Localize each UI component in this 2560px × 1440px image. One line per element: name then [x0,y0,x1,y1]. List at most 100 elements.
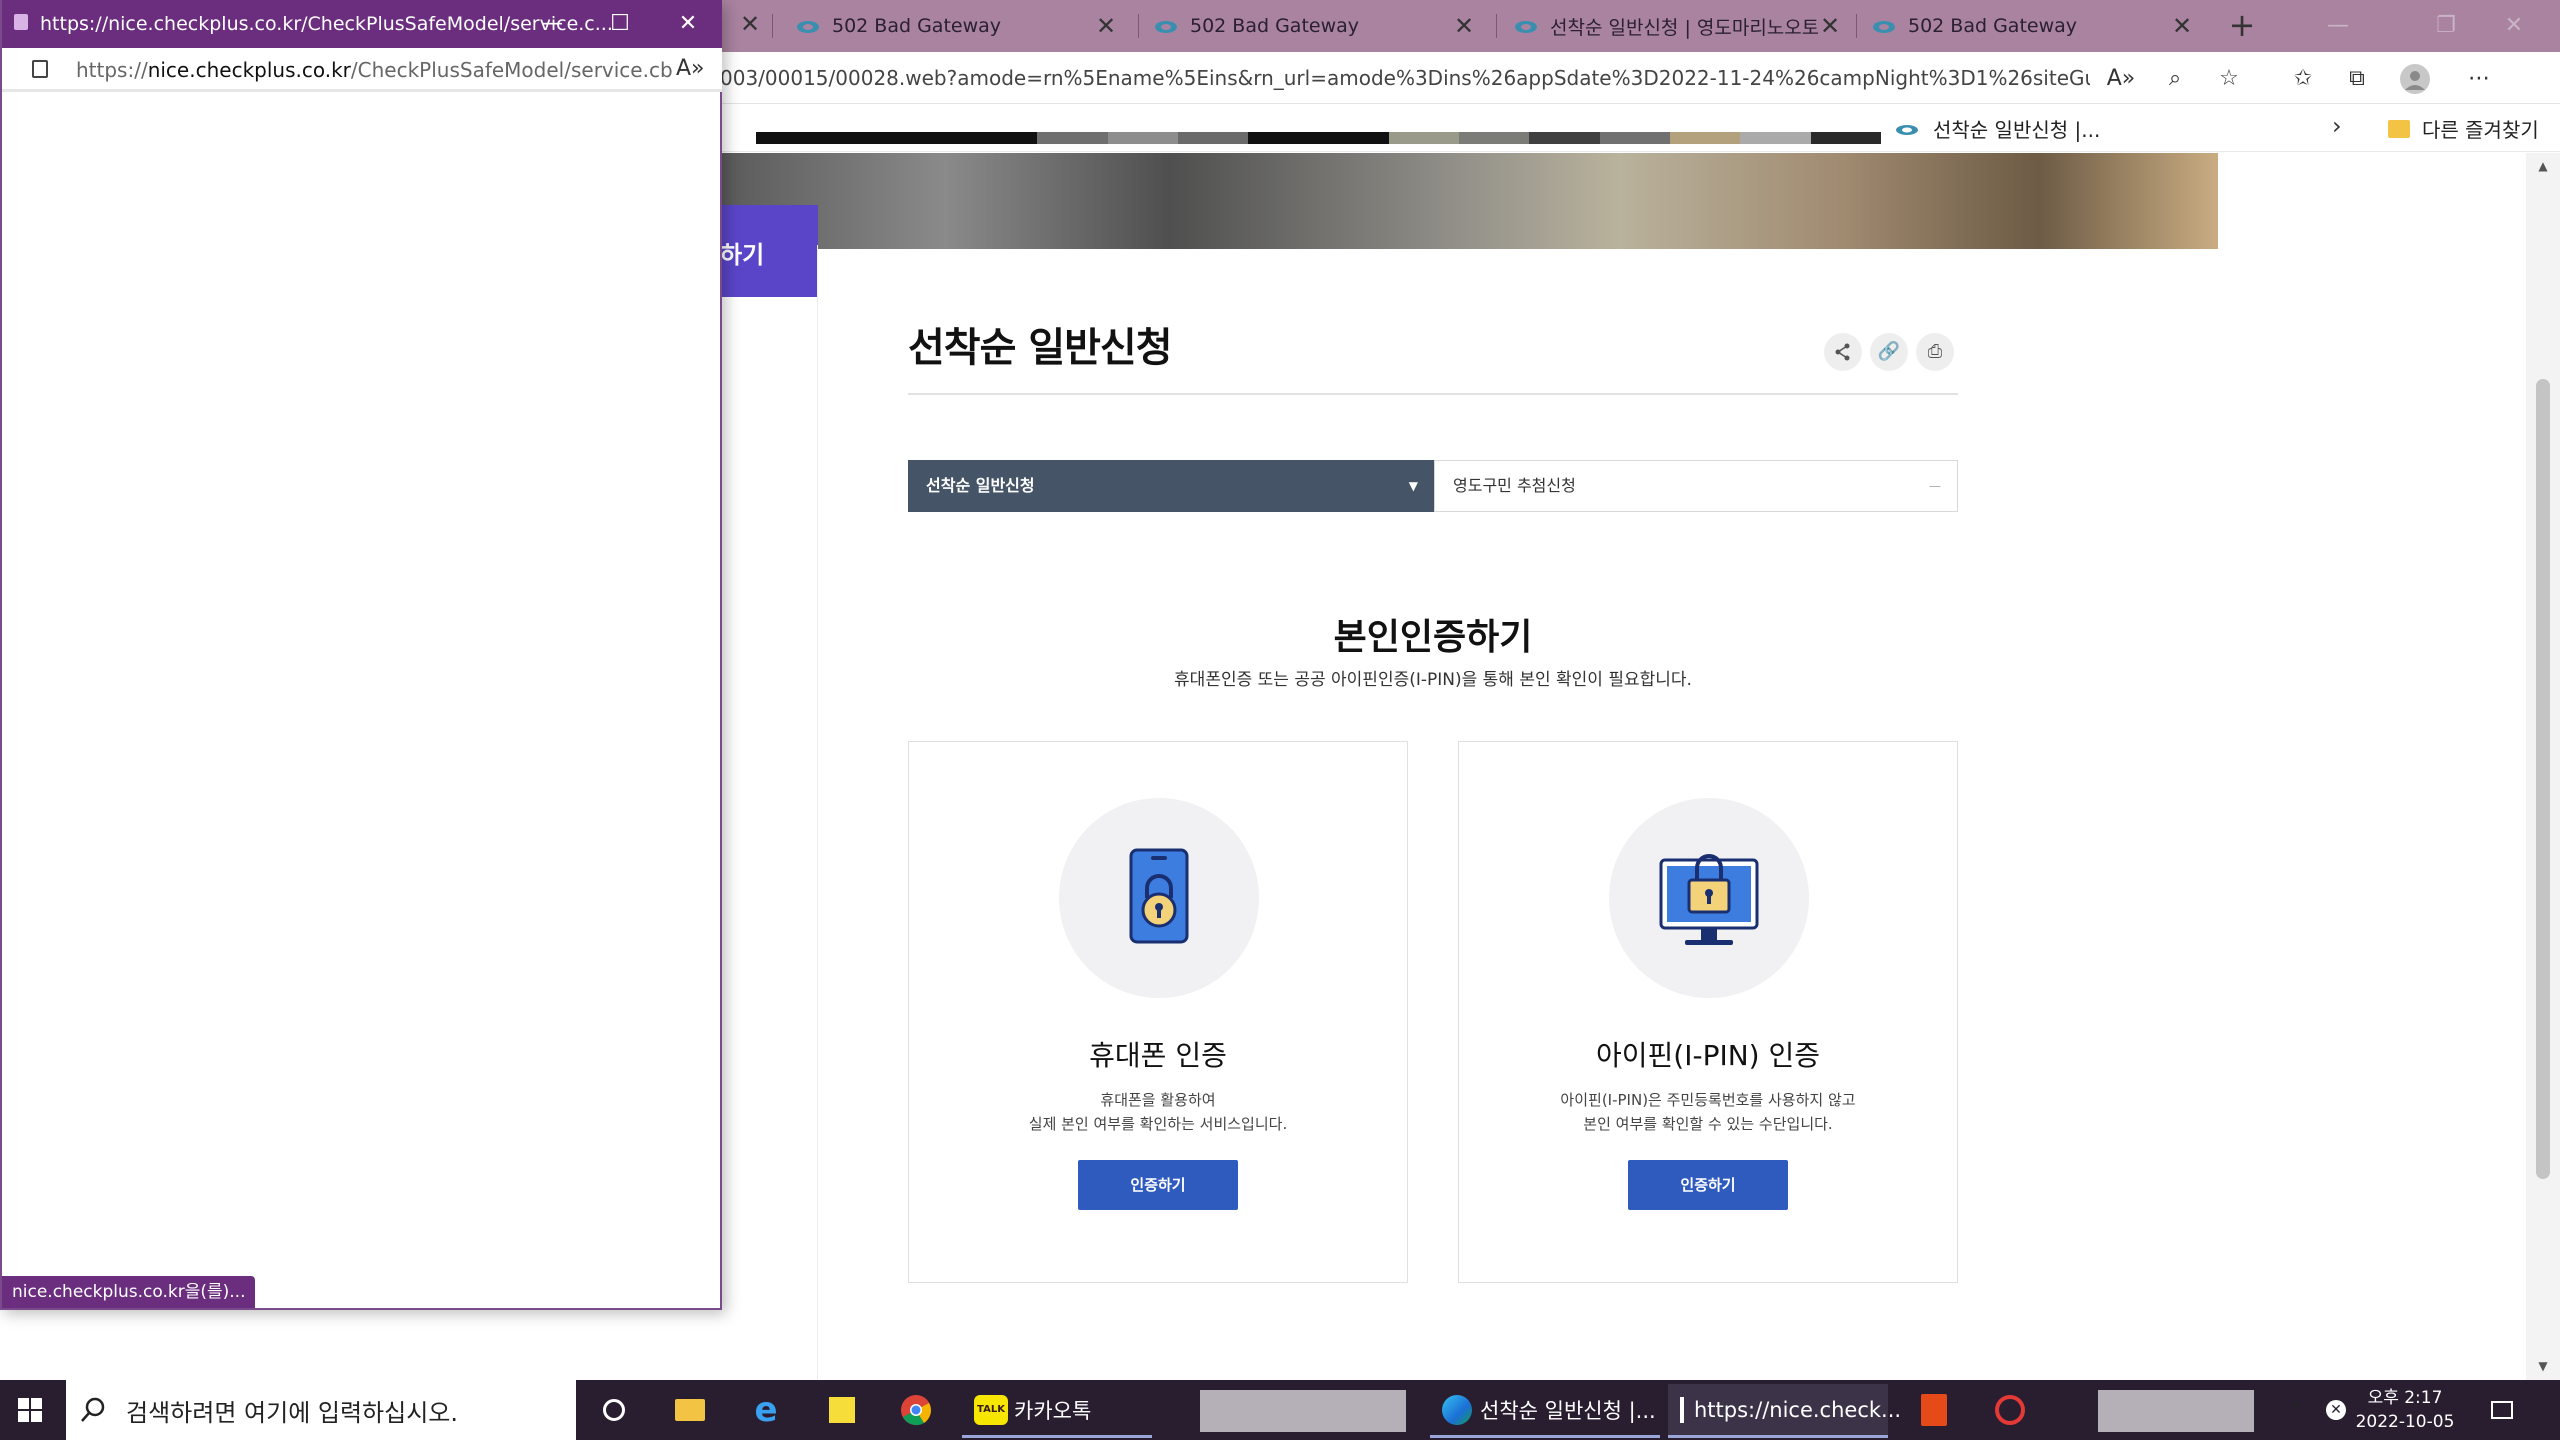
url-prefix: https:// [76,58,148,82]
zoom-icon[interactable]: ⌕ [2160,64,2190,94]
collections-icon[interactable]: ⧉ [2342,64,2372,94]
taskbar-app-label: 카카오톡 [1014,1398,1092,1423]
tab-close-icon[interactable]: ✕ [2170,12,2194,40]
monitor-lock-icon [1659,854,1759,945]
internet-explorer-button[interactable]: e [736,1386,796,1434]
new-tab-button[interactable]: + [2222,6,2262,46]
side-banner-label: 하기 [720,241,765,269]
scroll-thumb[interactable] [2536,379,2550,1179]
tab-separator [1496,14,1497,38]
card-title: 아이핀(I-PIN) 인증 [1596,1039,1820,1072]
folder-icon [2388,119,2410,138]
windows-taskbar: 검색하려면 여기에 입력하십시오. e TALK 카카오톡 선착순 일반신청 |… [0,1380,2560,1440]
icon-circle [1059,798,1259,998]
page-scrollbar[interactable]: ▲ ▼ [2526,153,2560,1380]
lock-icon [32,60,48,78]
tab-camping-reservation[interactable]: 선착순 일반신청 | 영도마리노오토캠핑장 ✕ [1500,6,1856,46]
chrome-button[interactable] [886,1386,946,1434]
settings-more-icon[interactable]: ⋯ [2464,64,2494,94]
popup-address-bar[interactable]: https://nice.checkplus.co.kr/CheckPlusSa… [2,48,722,92]
ipin-auth-button[interactable]: 인증하기 [1628,1160,1788,1210]
site-favicon-icon [1896,124,1918,135]
share-icon [1835,343,1850,361]
print-icon: ⎙ [1927,341,1943,362]
task-view-icon [603,1399,625,1421]
taskbar-blank-window[interactable] [1200,1390,1406,1432]
tab-502-bad-gateway-3[interactable]: 502 Bad Gateway ✕ [1858,6,2208,46]
phone-auth-button[interactable]: 인증하기 [1078,1160,1238,1210]
side-banner[interactable]: 하기 [720,205,818,297]
chrome-icon [901,1395,931,1426]
site-favicon-icon [797,21,819,33]
sticky-notes-icon [829,1397,855,1423]
popup-maximize-button[interactable]: ☐ [594,4,646,44]
url-host: nice.checkplus.co.kr [147,58,351,82]
tab-title: 502 Bad Gateway [832,15,1002,37]
tray-network-icon[interactable]: ✕ [2318,1386,2354,1434]
card-description-line: 실제 본인 여부를 확인하는 서비스입니다. [1028,1115,1288,1133]
start-button[interactable] [0,1386,60,1434]
copy-link-button[interactable]: 🔗 [1870,333,1908,371]
profile-avatar-icon[interactable] [2400,64,2430,94]
tab-separator [1856,14,1857,38]
chevron-right-icon[interactable]: › [2332,112,2342,140]
read-aloud-icon[interactable]: A» [676,56,705,81]
popup-close-button[interactable]: ✕ [662,4,714,44]
tab-502-bad-gateway-2[interactable]: 502 Bad Gateway ✕ [1140,6,1490,46]
task-view-button[interactable] [584,1386,644,1434]
tab-close-icon[interactable]: ✕ [1452,12,1476,40]
link-icon: 🔗 [1877,341,1901,362]
bookmark-item-camping[interactable]: 선착순 일반신청 |... [1895,114,2100,143]
close-window-button[interactable]: ✕ [2486,6,2542,46]
share-button[interactable] [1824,333,1862,371]
sticky-notes-button[interactable] [812,1386,872,1434]
taskbar-popup-window[interactable]: https://nice.check... [1668,1384,1901,1438]
taskbar-kakaotalk[interactable]: TALK 카카오톡 [962,1384,1152,1438]
title-divider [908,393,1958,395]
read-aloud-icon[interactable]: A» [2106,64,2136,94]
taskbar-blank-window[interactable] [2098,1390,2254,1432]
print-button[interactable]: ⎙ [1916,333,1954,371]
hero-image [720,153,2218,249]
bookmark-folder-other[interactable]: 다른 즐겨찾기 [2388,114,2539,143]
card-description: 휴대폰을 활용하여 실제 본인 여부를 확인하는 서비스입니다. [909,1088,1407,1136]
taskbar-clock[interactable]: 오후 2:17 2022-10-05 [2350,1386,2460,1434]
page-icon [14,14,28,30]
maximize-button[interactable]: ❐ [2418,6,2474,46]
tray-expand-button[interactable]: ⌃ [2278,1386,2314,1434]
notification-center-button[interactable] [2472,1386,2532,1434]
tab-close-icon[interactable]: ✕ [740,10,760,38]
popup-title-bar[interactable]: https://nice.checkplus.co.kr/CheckPlusSa… [2,0,722,48]
tab-title: 502 Bad Gateway [1190,15,1360,37]
minimize-button[interactable]: — [2310,6,2366,46]
add-favorite-icon[interactable]: ☆ [2214,64,2244,94]
segment-first-come[interactable]: 선착순 일반신청 ▼ [908,460,1434,512]
tab-close-icon[interactable]: ✕ [1094,12,1118,40]
segment-resident-lottery[interactable]: 영도구민 추첨신청 — [1434,460,1958,512]
file-explorer-button[interactable] [660,1386,720,1434]
favorites-icon[interactable]: ✩ [2288,64,2318,94]
taskbar-search-input[interactable]: 검색하려면 여기에 입력하십시오. [66,1380,576,1440]
kakaotalk-icon: TALK [974,1394,1008,1425]
pinned-app-button[interactable] [1980,1386,2040,1434]
address-bar[interactable]: 003/00015/00028.web?amode=rn%5Ename%5Ein… [720,66,2090,90]
tab-title: 선착순 일반신청 | 영도마리노오토캠핑장 [1550,16,1818,39]
site-favicon-icon [1873,21,1895,33]
office-button[interactable] [1904,1386,1964,1434]
url-path: /CheckPlusSafeModel/service.cb [350,58,673,82]
tab-502-bad-gateway-1[interactable]: 502 Bad Gateway ✕ [782,6,1132,46]
segment-label: 영도구민 추첨신청 [1453,476,1576,495]
auth-popup-window: https://nice.checkplus.co.kr/CheckPlusSa… [0,0,722,1310]
app-icon [1995,1395,2025,1425]
page-content: 하기 선착순 일반신청 🔗 ⎙ 선착순 일반신청 ▼ 영도구민 추첨신청 — 본… [720,153,2526,1380]
windows-logo-icon [18,1398,42,1422]
bookmarks-bar: 선착순 일반신청 |... › 다른 즐겨찾기 [720,104,2560,152]
bookmark-strip [756,132,1881,144]
taskbar-edge-window[interactable]: 선착순 일반신청 |... [1430,1384,1660,1438]
tab-close-icon[interactable]: ✕ [1818,12,1842,40]
notification-icon [2491,1401,2513,1419]
popup-minimize-button[interactable]: — [526,4,578,44]
scroll-up-icon[interactable]: ▲ [2526,159,2560,173]
internet-explorer-icon: e [754,1390,778,1430]
scroll-down-icon[interactable]: ▼ [2526,1359,2560,1373]
